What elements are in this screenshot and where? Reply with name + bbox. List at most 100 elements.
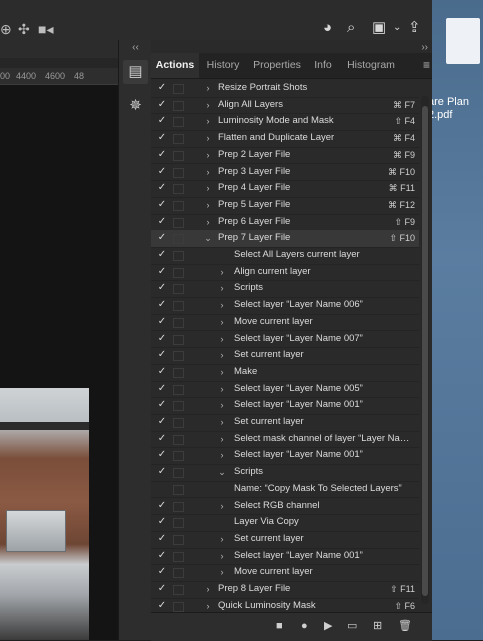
action-row[interactable]: ✓ › Select layer “Layer Name 001” bbox=[151, 548, 419, 566]
toggle-check-icon[interactable]: ✓ bbox=[156, 397, 168, 414]
toggle-check-icon[interactable]: ✓ bbox=[156, 264, 168, 281]
chevron-right-icon[interactable]: › bbox=[203, 113, 213, 130]
action-row[interactable]: ✓ Layer Via Copy bbox=[151, 514, 419, 532]
chevron-right-icon[interactable]: › bbox=[217, 280, 227, 297]
chevron-right-icon[interactable]: › bbox=[217, 414, 227, 431]
chevron-right-icon[interactable]: › bbox=[217, 364, 227, 381]
action-row[interactable]: ✓ › Set current layer bbox=[151, 531, 419, 549]
chevron-right-icon[interactable]: › bbox=[217, 498, 227, 515]
dialog-toggle-box[interactable] bbox=[173, 284, 184, 295]
video-icon[interactable]: ■◂ bbox=[38, 20, 53, 38]
dialog-toggle-box[interactable] bbox=[173, 518, 184, 529]
chevron-right-icon[interactable]: › bbox=[203, 80, 213, 97]
crosshair-icon[interactable]: ⊕ bbox=[0, 20, 12, 38]
folder-icon[interactable]: ▭ bbox=[347, 619, 357, 633]
action-row[interactable]: ✓ ⌄ Prep 7 Layer File ⇧ F10 bbox=[151, 230, 419, 248]
dialog-toggle-box[interactable] bbox=[173, 418, 184, 428]
action-row[interactable]: ✓ › Prep 3 Layer File ⌘ F10 bbox=[151, 164, 419, 182]
action-row[interactable]: ✓ › Select layer “Layer Name 007” bbox=[151, 331, 419, 349]
dialog-toggle-box[interactable] bbox=[173, 367, 184, 378]
action-row[interactable]: ✓ Select All Layers current layer bbox=[151, 247, 419, 265]
action-row[interactable]: ✓ › Prep 2 Layer File ⌘ F9 bbox=[151, 147, 419, 165]
chevron-right-icon[interactable]: › bbox=[217, 381, 227, 398]
toggle-check-icon[interactable]: ✓ bbox=[156, 130, 168, 147]
toggle-check-icon[interactable]: ✓ bbox=[156, 414, 168, 431]
chevron-down-icon[interactable]: ⌄ bbox=[203, 230, 213, 247]
action-row[interactable]: ✓ › Prep 6 Layer File ⇧ F9 bbox=[151, 214, 419, 232]
share-icon[interactable]: ⇪ bbox=[408, 18, 421, 38]
toggle-check-icon[interactable]: ✓ bbox=[156, 180, 168, 197]
dialog-toggle-box[interactable] bbox=[173, 251, 184, 261]
dialog-toggle-box[interactable] bbox=[173, 100, 184, 111]
toggle-check-icon[interactable]: ✓ bbox=[156, 514, 168, 531]
action-row[interactable]: ✓ › Prep 8 Layer File ⇧ F11 bbox=[151, 581, 419, 599]
tab-history[interactable]: History bbox=[201, 53, 245, 78]
toggle-check-icon[interactable]: ✓ bbox=[156, 331, 168, 348]
action-row[interactable]: ✓ › Select layer “Layer Name 006” bbox=[151, 297, 419, 315]
toggle-check-icon[interactable]: ✓ bbox=[156, 147, 168, 164]
dialog-toggle-box[interactable] bbox=[173, 267, 184, 278]
action-row[interactable]: ✓ › Move current layer bbox=[151, 564, 419, 582]
dialog-toggle-box[interactable] bbox=[173, 134, 184, 145]
toggle-check-icon[interactable]: ✓ bbox=[156, 548, 168, 565]
dialog-toggle-box[interactable] bbox=[173, 451, 184, 462]
toggle-check-icon[interactable]: ✓ bbox=[156, 113, 168, 130]
account-icon[interactable]: ◕ bbox=[323, 18, 332, 38]
dialog-toggle-box[interactable] bbox=[173, 501, 184, 512]
actions-panel-icon[interactable]: ▤ bbox=[123, 60, 148, 84]
dialog-toggle-box[interactable] bbox=[173, 150, 184, 161]
action-row[interactable]: ✓ › Resize Portrait Shots bbox=[151, 80, 419, 98]
dialog-toggle-box[interactable] bbox=[173, 234, 184, 245]
chevron-right-icon[interactable]: › bbox=[203, 581, 213, 598]
pdf-file-icon[interactable] bbox=[446, 18, 480, 64]
collapse-icon[interactable]: ‹‹ bbox=[119, 42, 152, 53]
record-icon[interactable]: ● bbox=[301, 619, 308, 633]
dialog-toggle-box[interactable] bbox=[173, 184, 184, 195]
chevron-right-icon[interactable]: › bbox=[203, 147, 213, 164]
toggle-check-icon[interactable]: ✓ bbox=[156, 314, 168, 331]
dialog-toggle-box[interactable] bbox=[173, 84, 184, 94]
dialog-toggle-box[interactable] bbox=[173, 334, 184, 345]
chevron-right-icon[interactable]: › bbox=[217, 548, 227, 565]
action-row[interactable]: ✓ › Make bbox=[151, 364, 419, 382]
tab-info[interactable]: Info bbox=[309, 53, 337, 78]
toggle-check-icon[interactable]: ✓ bbox=[156, 164, 168, 181]
dialog-toggle-box[interactable] bbox=[173, 585, 184, 595]
chevron-right-icon[interactable]: › bbox=[217, 531, 227, 548]
actions-scrollbar[interactable] bbox=[421, 96, 429, 604]
stop-icon[interactable]: ■ bbox=[276, 619, 283, 633]
tab-properties[interactable]: Properties bbox=[247, 53, 307, 78]
action-row[interactable]: ✓ › Flatten and Duplicate Layer ⌘ F4 bbox=[151, 130, 419, 148]
toggle-check-icon[interactable]: ✓ bbox=[156, 581, 168, 598]
chevron-down-icon[interactable]: ⌄ bbox=[393, 18, 401, 38]
chevron-right-icon[interactable]: › bbox=[217, 431, 227, 448]
chevron-right-icon[interactable]: › bbox=[203, 197, 213, 214]
action-row[interactable]: ✓ › Select layer “Layer Name 001” bbox=[151, 397, 419, 415]
toggle-check-icon[interactable]: ✓ bbox=[156, 364, 168, 381]
dialog-toggle-box[interactable] bbox=[173, 217, 184, 228]
toggle-check-icon[interactable]: ✓ bbox=[156, 247, 168, 264]
toggle-check-icon[interactable]: ✓ bbox=[156, 431, 168, 448]
dialog-toggle-box[interactable] bbox=[173, 601, 184, 612]
chevron-right-icon[interactable]: › bbox=[203, 214, 213, 231]
dialog-toggle-box[interactable] bbox=[173, 317, 184, 328]
toggle-check-icon[interactable]: ✓ bbox=[156, 498, 168, 515]
dialog-toggle-box[interactable] bbox=[173, 167, 184, 178]
dialog-toggle-box[interactable] bbox=[173, 551, 184, 562]
dialog-toggle-box[interactable] bbox=[173, 568, 184, 579]
chevron-right-icon[interactable]: › bbox=[217, 397, 227, 414]
dialog-toggle-box[interactable] bbox=[173, 200, 184, 211]
dialog-toggle-box[interactable] bbox=[173, 484, 184, 495]
dialog-toggle-box[interactable] bbox=[173, 384, 184, 395]
toggle-check-icon[interactable]: ✓ bbox=[156, 447, 168, 464]
scrollbar-thumb[interactable] bbox=[422, 106, 428, 596]
chevron-right-icon[interactable]: › bbox=[217, 314, 227, 331]
workspace-icon[interactable]: ▣ bbox=[372, 18, 386, 38]
action-row[interactable]: ✓ › Select layer “Layer Name 001” bbox=[151, 447, 419, 466]
dialog-toggle-box[interactable] bbox=[173, 117, 184, 128]
action-row[interactable]: ✓ › Scripts bbox=[151, 280, 419, 299]
tab-actions[interactable]: Actions bbox=[151, 53, 199, 78]
chevron-right-icon[interactable]: › bbox=[217, 447, 227, 464]
chevron-down-icon[interactable]: ⌄ bbox=[217, 464, 227, 481]
dialog-toggle-box[interactable] bbox=[173, 534, 184, 545]
